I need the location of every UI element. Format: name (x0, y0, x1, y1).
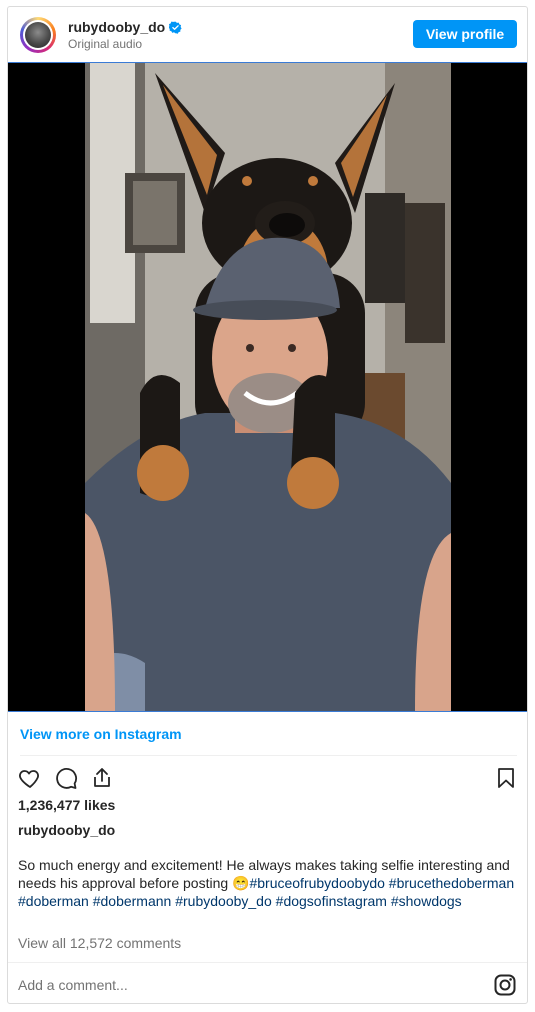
comment-icon[interactable] (54, 766, 78, 790)
heart-icon[interactable] (18, 766, 42, 790)
share-icon[interactable] (90, 766, 114, 790)
hashtag-link[interactable]: #showdogs (391, 893, 462, 909)
username-row[interactable]: rubydooby_do (68, 19, 182, 35)
divider (20, 755, 517, 756)
hashtag-link[interactable]: #doberman (18, 893, 89, 909)
action-bar (8, 760, 527, 796)
hashtag-link[interactable]: #brucethedoberman (389, 875, 514, 891)
hashtag-link[interactable]: #bruceofrubydoobydo (249, 875, 384, 891)
audio-subtitle[interactable]: Original audio (68, 37, 142, 51)
selfie-illustration (85, 63, 451, 711)
bookmark-icon[interactable] (494, 766, 518, 790)
caption-username[interactable]: rubydooby_do (18, 822, 115, 838)
view-more-link[interactable]: View more on Instagram (20, 726, 182, 742)
post-header: rubydooby_do Original audio View profile (8, 7, 527, 62)
post-caption: So much energy and excitement! He always… (18, 856, 518, 910)
username[interactable]: rubydooby_do (68, 19, 165, 35)
hashtag-link[interactable]: #dobermann (93, 893, 172, 909)
add-comment-input[interactable]: Add a comment... (18, 977, 128, 993)
avatar[interactable] (20, 17, 56, 53)
like-count[interactable]: 1,236,477 likes (18, 797, 115, 813)
hashtag-link[interactable]: #dogsofinstagram (276, 893, 387, 909)
avatar-image (25, 22, 51, 48)
hashtag-link[interactable]: #rubydooby_do (175, 893, 272, 909)
instagram-embed-card: rubydooby_do Original audio View profile (7, 6, 528, 1004)
view-more-row: View more on Instagram (8, 712, 527, 756)
view-comments-link[interactable]: View all 12,572 comments (18, 935, 181, 951)
verified-badge-icon (169, 21, 182, 34)
instagram-logo-icon[interactable] (493, 973, 517, 997)
post-photo[interactable] (85, 63, 451, 711)
view-profile-button[interactable]: View profile (413, 20, 517, 48)
post-media[interactable] (8, 62, 527, 712)
divider (8, 962, 527, 963)
